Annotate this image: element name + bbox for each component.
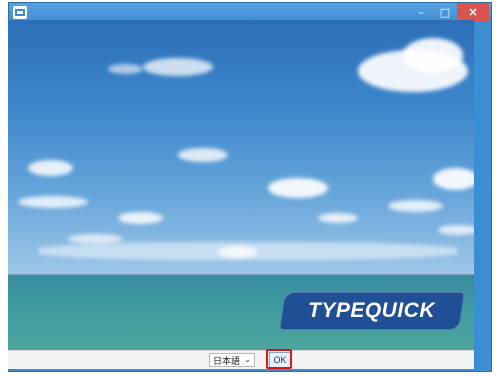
cloud xyxy=(318,213,358,223)
cloud xyxy=(388,200,443,212)
language-selected-value: 日本語 xyxy=(213,356,241,367)
cloud xyxy=(28,160,73,176)
cloud xyxy=(178,148,228,162)
cloud xyxy=(438,225,474,235)
cloud xyxy=(433,168,474,190)
footer-bar: 日本語 ⌄ OK xyxy=(8,349,474,369)
close-icon: × xyxy=(467,5,479,19)
cloud xyxy=(218,246,258,258)
maximize-icon: □ xyxy=(439,5,451,19)
minimize-icon: – xyxy=(418,5,424,19)
ok-highlight-box xyxy=(266,349,292,369)
cloud xyxy=(18,196,88,208)
close-button[interactable]: × xyxy=(457,3,489,21)
chevron-down-icon: ⌄ xyxy=(244,355,251,364)
cloud xyxy=(403,38,463,73)
maximize-button[interactable]: □ xyxy=(433,3,457,21)
cloud xyxy=(68,234,123,244)
app-icon xyxy=(13,6,27,19)
cloud xyxy=(143,58,213,76)
minimize-button[interactable]: – xyxy=(409,3,433,21)
cloud xyxy=(268,178,328,198)
cloud xyxy=(108,64,143,74)
splash-image: TYPEQUICK xyxy=(8,20,474,350)
language-select[interactable]: 日本語 ⌄ xyxy=(209,353,255,367)
brand-logo-text: TYPEQUICK xyxy=(308,299,436,322)
cloud xyxy=(118,212,163,224)
brand-badge: TYPEQUICK xyxy=(279,292,465,330)
